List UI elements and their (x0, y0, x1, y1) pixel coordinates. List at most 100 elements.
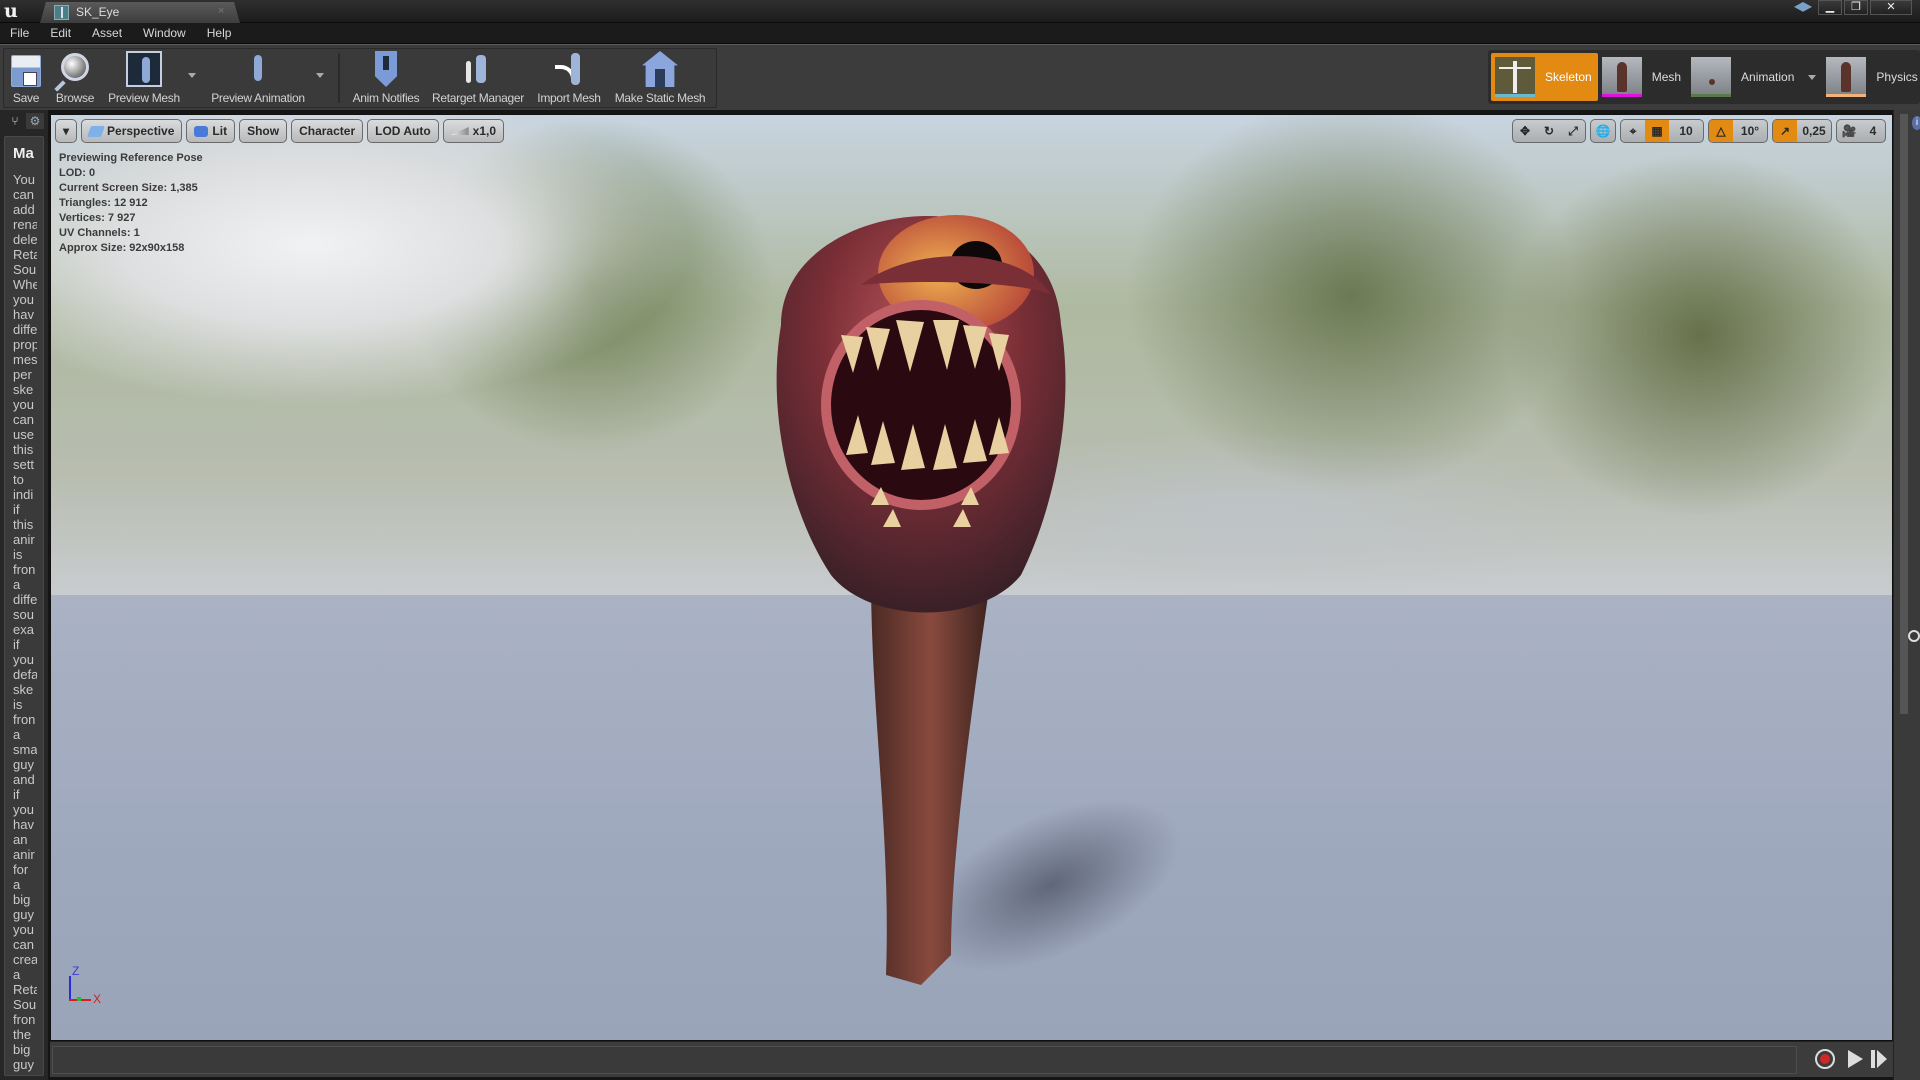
browse-button[interactable]: Browse (48, 49, 102, 107)
grid-snap-icon[interactable]: ▦ (1645, 120, 1669, 142)
panel-description-word: mes (13, 352, 37, 367)
physics-mode-icon (1826, 57, 1867, 97)
y-axis-dot (77, 997, 81, 1001)
import-mesh-icon (551, 51, 587, 87)
scale-snap-group: ↗ 0,25 (1772, 119, 1832, 143)
document-tab[interactable]: SK_Eye × (40, 2, 240, 23)
unreal-logo-icon[interactable]: u (4, 1, 24, 21)
make-static-mesh-button[interactable]: Make Static Mesh (608, 49, 712, 107)
chevron-down-icon[interactable] (1808, 74, 1817, 80)
rotate-mode-icon[interactable]: ↻ (1537, 120, 1561, 142)
menu-edit[interactable]: Edit (50, 23, 81, 43)
retarget-manager-button[interactable]: Retarget Manager (426, 49, 530, 107)
camera-speed-value[interactable]: 4 (1861, 120, 1885, 142)
vertices-text: Vertices: 7 927 (59, 212, 136, 224)
panel-description-word: big (13, 1042, 31, 1057)
mode-animation-label: Animation (1741, 70, 1795, 84)
translate-mode-icon[interactable]: ✥ (1513, 120, 1537, 142)
panel-description-word: and (13, 772, 35, 787)
close-tab-icon[interactable]: × (218, 5, 224, 17)
chevron-down-icon[interactable] (188, 73, 196, 78)
character-button[interactable]: Character (291, 119, 364, 143)
axis-gizmo: Z X (69, 964, 109, 1012)
lit-button[interactable]: Lit (186, 119, 236, 143)
play-icon[interactable] (1848, 1050, 1863, 1068)
mode-skeleton[interactable]: Skeleton (1491, 53, 1598, 101)
preview-animation-button[interactable]: Preview Animation (202, 49, 324, 107)
panel-description-word: a (13, 877, 21, 892)
panel-description-word: you (13, 292, 34, 307)
save-button[interactable]: Save (4, 49, 48, 107)
uv-channels-text: UV Channels: 1 (59, 227, 140, 239)
grid-snap-value[interactable]: 10 (1669, 120, 1703, 142)
rotation-snap-icon[interactable]: △ (1709, 120, 1733, 142)
surface-snap-icon[interactable]: ⌖ (1621, 120, 1645, 142)
panel-description-word: dele (13, 232, 37, 247)
panel-description-word: can (13, 187, 34, 202)
panel-description-word: ske (13, 382, 34, 397)
show-button[interactable]: Show (239, 119, 288, 143)
menu-window[interactable]: Window (143, 23, 196, 43)
scale-snap-icon[interactable]: ↗ (1773, 120, 1797, 142)
mode-physics[interactable]: Physics (1822, 53, 1920, 101)
speed-icon (450, 127, 469, 135)
close-button[interactable]: ✕ (1870, 0, 1912, 15)
menu-file[interactable]: File (10, 23, 39, 43)
x-axis-label: X (93, 992, 102, 1006)
menu-asset[interactable]: Asset (92, 23, 132, 43)
anim-notifies-button[interactable]: Anim Notifies (346, 49, 426, 107)
panel-description-word: sou (13, 607, 34, 622)
panel-description-word: for (13, 862, 29, 877)
perspective-label: Perspective (107, 124, 175, 138)
scale-mode-icon[interactable]: ⤢ (1561, 120, 1585, 142)
skeleton-tree-tab-icon[interactable]: ⑂ (6, 113, 24, 129)
camera-speed-icon[interactable]: 🎥 (1837, 120, 1861, 142)
minimize-button[interactable]: ▁ (1818, 0, 1842, 15)
restore-button[interactable]: ❐ (1844, 0, 1868, 15)
creature-mouth (821, 300, 1021, 510)
panel-description-word: hav (13, 307, 34, 322)
viewport[interactable]: ▾ Perspective Lit Show Character LOD Aut… (50, 114, 1893, 1041)
import-mesh-button[interactable]: Import Mesh (530, 49, 608, 107)
asset-toolbar-group: Save Browse Preview Mesh Preview Animati… (3, 48, 717, 108)
perspective-button[interactable]: Perspective (81, 119, 183, 143)
panel-description-word: big (13, 892, 31, 907)
right-panel-scrollbar[interactable] (1900, 114, 1908, 714)
lod-button[interactable]: LOD Auto (367, 119, 439, 143)
timeline-scrubber[interactable] (52, 1046, 1797, 1074)
step-forward-icon[interactable] (1871, 1050, 1887, 1068)
toolbar-separator (338, 53, 340, 103)
panel-description-word: the (13, 1027, 32, 1042)
learn-icon[interactable] (1794, 2, 1812, 12)
preview-mesh-label: Preview Mesh (108, 91, 180, 105)
viewport-options-button[interactable]: ▾ (55, 119, 78, 143)
preview-animation-icon (240, 51, 276, 87)
rotation-snap-value[interactable]: 10° (1733, 120, 1767, 142)
screen-size-text: Current Screen Size: 1,385 (59, 182, 198, 194)
lod-text: LOD: 0 (59, 167, 96, 179)
scale-snap-value[interactable]: 0,25 (1797, 120, 1831, 142)
mode-animation[interactable]: Animation (1687, 53, 1822, 101)
save-label: Save (12, 91, 40, 105)
panel-description-word: a (13, 577, 21, 592)
panel-description-word: Whe (13, 277, 37, 292)
window-controls: ▁ ❐ ✕ (1818, 0, 1912, 15)
chevron-down-icon[interactable] (316, 73, 324, 78)
record-icon[interactable] (1815, 1049, 1835, 1069)
preview-mesh-button[interactable]: Preview Mesh (102, 49, 196, 107)
playback-speed-button[interactable]: x1,0 (442, 119, 505, 143)
world-coordinates-icon[interactable]: 🌐 (1591, 120, 1615, 142)
mode-physics-label: Physics (1876, 70, 1918, 84)
search-icon[interactable] (1908, 630, 1920, 642)
mode-mesh[interactable]: Mesh (1598, 53, 1687, 101)
menu-help[interactable]: Help (207, 23, 242, 43)
info-icon[interactable]: i (1912, 116, 1920, 130)
skeletal-mesh-preview[interactable] (721, 155, 1121, 995)
tab-title: SK_Eye (76, 5, 120, 19)
perspective-icon (87, 125, 106, 137)
panel-description-word: defa (13, 667, 37, 682)
panel-description-word: you (13, 397, 34, 412)
left-details-panel: ⑂ ⚙ Ma YoucanaddrenadeleRetaSouWheyouhav… (0, 110, 48, 1080)
panel-description-word: Sou (13, 262, 37, 277)
settings-tab-icon[interactable]: ⚙ (26, 113, 44, 129)
